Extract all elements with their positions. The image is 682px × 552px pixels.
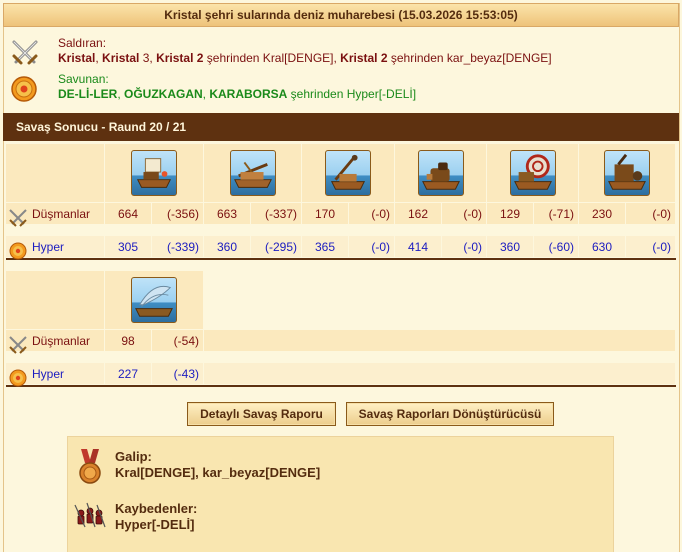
ballista-ship-icon [233, 161, 272, 188]
enemies-row-label: Düşmanlar [32, 206, 91, 221]
winner-title: Galip: [115, 449, 152, 464]
wheel-ship-icon [513, 154, 552, 190]
city-name: OĞUZKAGAN [124, 87, 203, 101]
city-name: KARABORSA [209, 87, 288, 101]
empty-cell [203, 329, 676, 352]
battle-result-header: Savaş Sonucu - Raund 20 / 21 [3, 113, 679, 141]
crossed-swords-icon [9, 208, 27, 227]
winner-value: Kral[DENGE], kar_beyaz[DENGE] [115, 465, 321, 480]
shield-icon [9, 369, 27, 386]
hyper-unit-loss: (-60) [533, 235, 579, 258]
empty-cell [203, 270, 676, 330]
fallen-soldiers-icon [74, 502, 106, 528]
unit-image-cell [104, 270, 204, 330]
enemy-unit-loss: (-356) [151, 202, 204, 225]
enemy-unit-count: 129 [486, 202, 534, 225]
hyper-unit-count: 227 [104, 362, 152, 385]
hyper-row-label: Hyper [32, 366, 65, 381]
hyper-unit-count: 305 [104, 235, 152, 258]
defender-label: Savunan: [58, 72, 109, 86]
attacker-list: Kristal, Kristal 3, Kristal 2 şehrinden … [58, 51, 552, 65]
loser-value: Hyper[-DELİ] [115, 517, 195, 532]
enemy-unit-count: 230 [578, 202, 626, 225]
report-converter-button[interactable]: Savaş Raporları Dönüştürücüsü [346, 402, 554, 426]
hyper-row-label: Hyper [32, 239, 65, 254]
city-name: Kristal 2 [156, 51, 204, 65]
city-name: DE-Lİ-LER [58, 87, 118, 101]
unit-image-cell [301, 143, 395, 203]
fire-ship-icon [136, 158, 172, 188]
unit-image-cell [203, 143, 302, 203]
enemy-unit-loss: (-0) [625, 202, 676, 225]
city-name: Kristal [58, 51, 96, 65]
hyper-unit-count: 360 [203, 235, 251, 258]
enemy-unit-count: 170 [301, 202, 349, 225]
hyper-unit-loss: (-339) [151, 235, 204, 258]
enemy-unit-loss: (-0) [348, 202, 395, 225]
unit-image-cell [394, 143, 487, 203]
enemy-unit-loss: (-54) [151, 329, 204, 352]
battle-table-2: Düşmanlar 98 (-54) Hyper 227 (-43) [5, 270, 676, 387]
unit-image-cell [578, 143, 676, 203]
party-text: şehrinden Kral[DENGE], [203, 51, 341, 65]
enemies-row-label: Düşmanlar [32, 333, 91, 348]
defender-list: DE-Lİ-LER, OĞUZKAGAN, KARABORSA şehrinde… [58, 87, 416, 101]
empty-cell [203, 362, 676, 385]
enemy-unit-count: 98 [104, 329, 152, 352]
party-text: şehrinden Hyper[-DELİ] [287, 87, 417, 101]
party-text: 3, [139, 51, 157, 65]
result-panel: Galip: Kral[DENGE], kar_beyaz[DENGE] Kay… [67, 436, 614, 552]
enemy-unit-count: 663 [203, 202, 251, 225]
unit-image-cell [486, 143, 579, 203]
enemy-unit-loss: (-337) [250, 202, 302, 225]
crossed-swords-icon [12, 40, 38, 65]
hyper-unit-count: 365 [301, 235, 349, 258]
party-text: , [117, 87, 124, 101]
loser-title: Kaybedenler: [115, 501, 198, 516]
enemy-unit-loss: (-71) [533, 202, 579, 225]
sail-ship-icon [135, 286, 173, 317]
hyper-unit-loss: (-0) [625, 235, 676, 258]
city-name: Kristal [102, 51, 140, 65]
hyper-unit-loss: (-0) [441, 235, 487, 258]
catapult-ship-icon [330, 154, 366, 190]
medal-icon [79, 449, 101, 484]
hyper-unit-loss: (-43) [151, 362, 204, 385]
mortar-ship-icon [421, 162, 460, 190]
party-text: şehrinden kar_beyaz[DENGE] [387, 51, 552, 65]
battle-table-1: Düşmanlar 664 (-356) 663 (-337) 170 (-0) 162 (-… [5, 143, 676, 260]
enemy-unit-loss: (-0) [441, 202, 487, 225]
city-name: Kristal 2 [340, 51, 388, 65]
hyper-unit-count: 360 [486, 235, 534, 258]
hyper-unit-loss: (-295) [250, 235, 302, 258]
paddle-ship-icon [608, 153, 646, 190]
attacker-label: Saldıran: [58, 36, 107, 50]
hyper-unit-count: 630 [578, 235, 626, 258]
hyper-unit-count: 414 [394, 235, 442, 258]
shield-icon [11, 76, 37, 102]
crossed-swords-icon [9, 335, 27, 354]
shield-icon [9, 242, 27, 259]
hyper-unit-loss: (-0) [348, 235, 395, 258]
detailed-report-button[interactable]: Detaylı Savaş Raporu [187, 402, 336, 426]
unit-image-cell [104, 143, 204, 203]
enemy-unit-count: 162 [394, 202, 442, 225]
enemy-unit-count: 664 [104, 202, 152, 225]
window-title: Kristal şehri sularında deniz muharebesi… [3, 3, 679, 27]
